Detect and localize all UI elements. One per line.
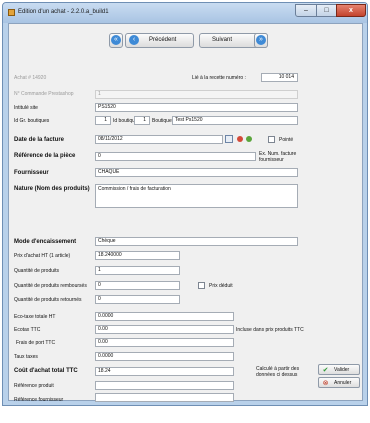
boutique-field[interactable]: Test Ps1520 <box>172 116 298 125</box>
form-area: « ‹ Précédent Suivant › » Achat # 14920 … <box>8 23 363 403</box>
reference-produit-label: Référence produit <box>14 383 54 389</box>
quantite-produits-label: Quantité de produits <box>14 268 60 274</box>
reference-fournisseur-label: Référence fournisseur <box>14 397 64 403</box>
commande-prestashop-field[interactable]: 1 <box>95 90 298 99</box>
edition-achat-window: Edition d'un achat - 2.2.0.a_build1 – □ … <box>2 2 368 406</box>
ecotaxe-ht-field[interactable]: 0.0000 <box>95 312 234 321</box>
taux-taxes-label: Taux taxes <box>14 354 38 360</box>
achat-number-label: Achat # 14920 <box>14 75 47 81</box>
fournisseur-field[interactable]: CHAQUE <box>95 168 298 177</box>
previous-label: Précédent <box>149 37 177 43</box>
ecotax-ttc-field[interactable]: 0.00 <box>95 325 234 334</box>
taux-taxes-field[interactable]: 0.0000 <box>95 352 234 361</box>
prix-deduit-label: Prix déduit <box>209 283 233 289</box>
ecotax-note: Incluse dans prix produits TTC <box>236 327 304 333</box>
cout-total-field[interactable]: 18.24 <box>95 367 234 376</box>
nature-textarea[interactable]: Commission / frais de facturation <box>95 184 298 208</box>
minimize-button[interactable]: – <box>295 4 317 17</box>
ecotax-ttc-label: Ecotax TTC <box>14 327 41 333</box>
frais-port-field[interactable]: 0.00 <box>95 338 234 347</box>
reference-piece-field[interactable]: 0 <box>95 152 256 161</box>
window-title: Edition d'un achat - 2.2.0.a_build1 <box>18 9 109 15</box>
frais-port-label: Frais de port TTC <box>16 340 56 346</box>
checkmark-icon: ✔ <box>322 367 329 374</box>
date-facture-field[interactable]: 08/11/2012 <box>95 135 223 144</box>
close-button[interactable]: x <box>336 4 366 17</box>
id-gr-boutiques-label: Id Gr. boutiques <box>14 118 50 124</box>
double-right-arrow-icon: » <box>256 35 266 45</box>
title-bar[interactable]: Edition d'un achat - 2.2.0.a_build1 – □ … <box>3 3 367 23</box>
reference-fournisseur-field[interactable] <box>95 393 234 402</box>
ex-num-facture-label: Ex. Num. facture fournisseur <box>259 151 297 163</box>
double-left-arrow-icon: « <box>111 35 121 45</box>
cout-total-label: Coût d'achat total TTC <box>14 368 78 374</box>
commande-prestashop-label: N° Commande Prestashop <box>14 91 74 97</box>
pointe-checkbox[interactable] <box>268 136 275 143</box>
mode-encaissement-label: Mode d'encaissement <box>14 239 77 245</box>
annuler-button[interactable]: ⊗ Annuler <box>318 377 360 388</box>
nature-label: Nature (Nom des produits) <box>14 186 90 192</box>
intitule-site-label: Intitulé site <box>14 105 38 111</box>
left-arrow-icon: ‹ <box>129 35 139 45</box>
next-label: Suivant <box>212 37 233 43</box>
date-facture-label: Date de la facture <box>14 137 65 143</box>
reference-produit-field[interactable] <box>95 381 234 390</box>
quantite-retournes-field[interactable]: 0 <box>95 295 180 304</box>
quantite-rembourses-field[interactable]: 0 <box>95 281 180 290</box>
valider-label: Valider <box>334 367 350 373</box>
recette-label: Lié à la recette numéro : <box>192 75 246 81</box>
intitule-site-field[interactable]: PS1520 <box>95 103 298 112</box>
calendar-icon[interactable] <box>225 135 233 143</box>
quantite-produits-field[interactable]: 1 <box>95 266 180 275</box>
ecotaxe-ht-label: Eco-taxe totale HT <box>14 314 56 320</box>
prix-achat-label: Prix d'achat HT (1 article) <box>14 253 71 259</box>
valider-button[interactable]: ✔ Valider <box>318 364 360 375</box>
boutique-label: Boutique <box>152 118 172 124</box>
last-record-button[interactable]: » <box>254 33 268 48</box>
quantite-rembourses-label: Quantité de produits remboursés <box>14 283 87 289</box>
maximize-button[interactable]: □ <box>316 4 337 17</box>
refresh-icon[interactable] <box>246 136 252 142</box>
cout-note-line2: données ci dessus <box>256 372 298 378</box>
prix-deduit-checkbox[interactable] <box>198 282 205 289</box>
apple-icon[interactable] <box>237 136 243 142</box>
id-gr-boutiques-field[interactable]: 1 <box>95 116 111 125</box>
previous-button[interactable]: ‹ Précédent <box>125 33 194 48</box>
quantite-retournes-label: Quantité de produits retournés <box>14 297 82 303</box>
prix-achat-field[interactable]: 18.240000 <box>95 251 180 260</box>
mode-encaissement-field[interactable]: Chèque <box>95 237 298 246</box>
annuler-label: Annuler <box>334 380 352 386</box>
reference-piece-label: Référence de la pièce <box>14 153 76 159</box>
fournisseur-label: Fournisseur <box>14 170 49 176</box>
id-boutique-field[interactable]: 1 <box>134 116 150 125</box>
recette-number-field[interactable]: 10 014 <box>261 73 298 82</box>
app-icon <box>8 9 15 16</box>
cancel-icon: ⊗ <box>322 380 329 387</box>
first-record-button[interactable]: « <box>109 33 123 48</box>
pointe-label: Pointé <box>279 137 294 143</box>
